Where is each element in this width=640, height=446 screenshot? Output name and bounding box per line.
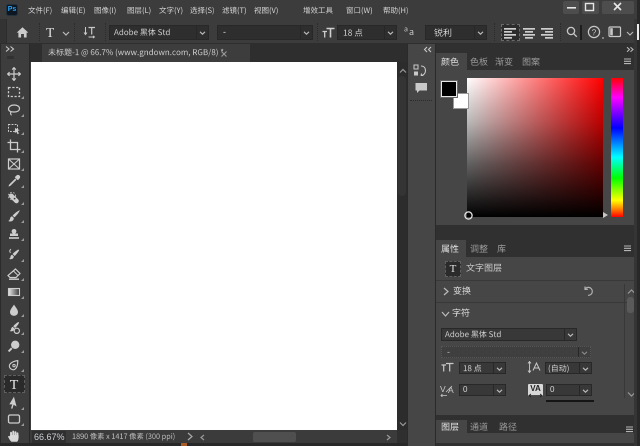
svg-text:A: A — [448, 385, 454, 395]
svg-text:V: V — [440, 384, 446, 394]
svg-text:T: T — [10, 378, 19, 391]
